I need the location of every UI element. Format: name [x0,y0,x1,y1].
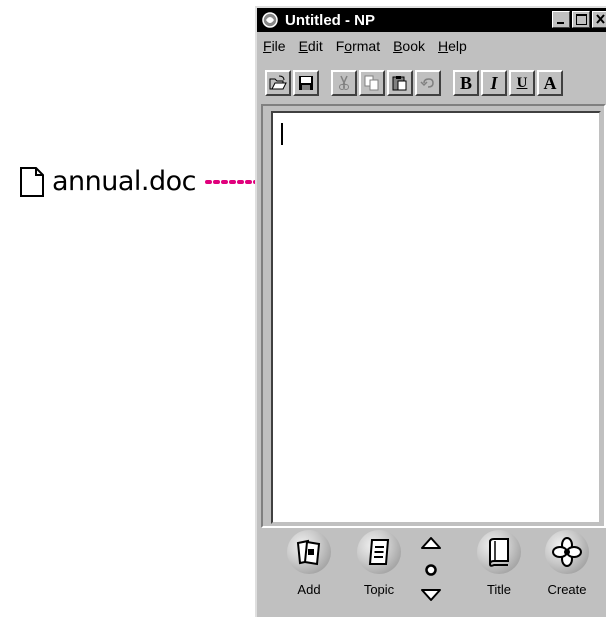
document-label: annual.doc [20,166,197,197]
document-filename: annual.doc [52,166,197,197]
topic-button[interactable]: Topic [347,530,411,597]
undo-button[interactable] [415,70,441,96]
underline-label: U [516,74,528,91]
menu-format[interactable]: Format [336,38,380,54]
copy-icon [364,75,379,91]
add-button[interactable]: Add [277,530,341,597]
document-file-icon [20,166,44,197]
menu-edit[interactable]: Edit [299,38,323,54]
open-folder-icon [269,75,287,90]
minimize-icon [557,22,564,24]
copy-button[interactable] [359,70,385,96]
menu-bar: File Edit Format Book Help [263,38,467,54]
create-button[interactable]: Create [535,530,599,597]
title-button-circle [477,530,521,574]
italic-label: I [490,72,498,93]
title-book-icon [489,538,509,567]
close-button[interactable] [592,11,606,28]
bold-label: B [459,72,472,93]
font-label: A [543,72,557,93]
create-label: Create [547,582,587,597]
menu-file[interactable]: File [263,38,286,54]
underline-button[interactable]: U [509,70,535,96]
close-icon [596,14,605,24]
bottom-toolbar: Add Topic Title Create [257,530,606,619]
page-navigation-icon[interactable] [419,534,443,604]
font-button[interactable]: A [537,70,563,96]
open-button[interactable] [265,70,291,96]
scissors-icon [339,75,349,90]
window-title: Untitled - NP [285,11,375,29]
topic-button-circle [357,530,401,574]
save-button[interactable] [293,70,319,96]
undo-icon [420,78,434,88]
text-caret [281,123,283,145]
app-window: Untitled - NP File Edit Format Book Help [255,6,606,617]
bold-button[interactable]: B [453,70,479,96]
menu-book[interactable]: Book [393,38,425,54]
minimize-button[interactable] [552,11,570,28]
title-button[interactable]: Title [467,530,531,597]
italic-button[interactable]: I [481,70,507,96]
create-flower-icon [552,537,582,567]
text-editor[interactable] [271,111,601,524]
cut-button[interactable] [331,70,357,96]
paste-button[interactable] [387,70,413,96]
app-logo-icon[interactable] [261,11,279,29]
toolbar: B I U A [265,68,565,98]
add-pages-icon [296,539,321,566]
topic-page-icon [368,539,390,565]
add-label: Add [297,582,321,597]
maximize-button[interactable] [572,11,590,28]
save-disk-icon [299,76,313,90]
maximize-icon [576,14,587,25]
menu-help[interactable]: Help [438,38,467,54]
add-button-circle [287,530,331,574]
title-label: Title [486,582,512,597]
create-button-circle [545,530,589,574]
topic-label: Topic [363,582,395,597]
paste-clipboard-icon [392,76,407,91]
title-bar[interactable]: Untitled - NP [257,8,606,32]
